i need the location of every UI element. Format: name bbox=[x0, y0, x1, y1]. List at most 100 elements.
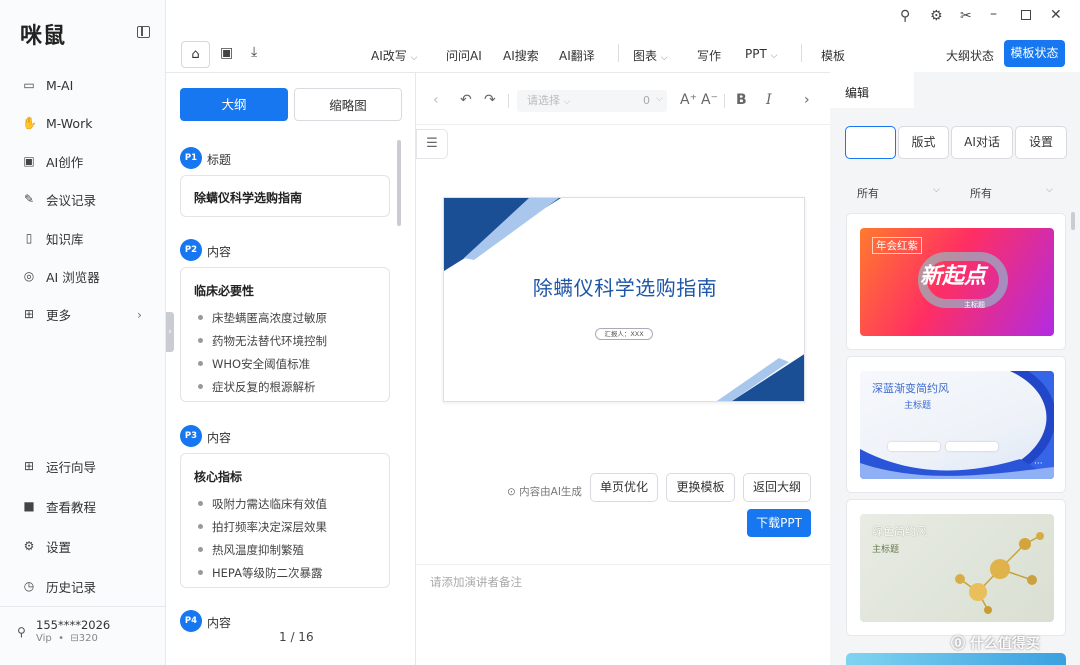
page-badge: P4 bbox=[180, 610, 202, 632]
page-badge: P2 bbox=[180, 239, 202, 261]
tab-layout[interactable]: 版式 bbox=[898, 126, 949, 159]
divider bbox=[0, 606, 166, 607]
tab-outline[interactable]: 大纲 bbox=[180, 88, 288, 121]
grid-icon: ⊞ bbox=[23, 459, 35, 473]
settings-icon[interactable]: ⚙ bbox=[930, 8, 943, 24]
bold-icon[interactable]: B bbox=[736, 92, 747, 108]
image-icon: ▣ bbox=[23, 154, 35, 168]
font-decrease-icon[interactable]: A⁻ bbox=[701, 92, 718, 108]
user-points: 320 bbox=[78, 633, 98, 644]
menu-ai-translate[interactable]: AI翻译 bbox=[559, 47, 595, 64]
sidebar-item-guide[interactable]: ⊞ 运行向导 bbox=[0, 449, 166, 483]
user-icon[interactable]: ⚲ bbox=[900, 8, 910, 24]
template-card[interactable]: 年会红紫 新起点 主标题 bbox=[846, 213, 1066, 350]
compass-icon: ◎ bbox=[23, 269, 35, 283]
speaker-notes-input[interactable]: 请添加演讲者备注 bbox=[430, 574, 522, 590]
download-icon[interactable]: ⤓ bbox=[251, 44, 257, 60]
decoration bbox=[888, 442, 940, 451]
page-type-label: 内容 bbox=[207, 245, 232, 259]
tab-ai-chat[interactable]: AI对话 bbox=[951, 126, 1013, 159]
outline-card-p2[interactable]: 临床必要性 床垫螨匿高浓度过敏原 药物无法替代环境控制 WHO安全阈值标准 症状… bbox=[180, 267, 390, 402]
sidebar-item-browser[interactable]: ◎ AI 浏览器 bbox=[0, 259, 166, 293]
tab-template[interactable]: 模板 bbox=[845, 126, 896, 159]
menu-ai-rewrite[interactable]: AI改写 ⌵ bbox=[371, 47, 417, 64]
outline-card-title: 除螨仪科学选购指南 bbox=[194, 191, 303, 205]
scrollbar[interactable] bbox=[1071, 212, 1075, 230]
change-template-button[interactable]: 更换模板 bbox=[666, 473, 735, 502]
template-card[interactable]: 深蓝渐变简约风 主标题 ··· bbox=[846, 356, 1066, 493]
maximize-icon[interactable] bbox=[1021, 10, 1031, 20]
sidebar-item-label: 设置 bbox=[46, 539, 72, 555]
sidebar-item-tutorial[interactable]: ■ 查看教程 bbox=[0, 489, 166, 523]
menu-template[interactable]: 模板 bbox=[821, 47, 845, 64]
sidebar: 咪鼠 ▭ M-AI ✋ M-Work ▣ AI创作 ✎ 会议记录 ▯ 知识库 ◎ AI 浏览… bbox=[0, 0, 166, 665]
redo-icon[interactable]: ↷ bbox=[484, 92, 496, 108]
chevron-left-icon[interactable]: ‹ bbox=[433, 92, 439, 108]
decoration bbox=[946, 442, 998, 451]
single-page-optimize-button[interactable]: 单页优化 bbox=[590, 473, 658, 502]
list-item: HEPA等级防二次暴露 bbox=[198, 565, 322, 581]
slide-preview[interactable]: 除螨仪科学选购指南 汇报人：XXX bbox=[443, 197, 805, 402]
download-ppt-button[interactable]: 下载PPT bbox=[747, 509, 811, 537]
tab-thumbnails[interactable]: 缩略图 bbox=[294, 88, 402, 121]
font-select[interactable]: 请选择 ⌵ 0 bbox=[517, 90, 667, 112]
outline-card-p3[interactable]: 核心指标 吸附力需达临床有效值 拍打频率决定深层效果 热风温度抑制繁殖 HEPA… bbox=[180, 453, 390, 588]
sidebar-item-meeting[interactable]: ✎ 会议记录 bbox=[0, 182, 166, 216]
sidebar-item-label: 知识库 bbox=[46, 231, 84, 247]
template-card[interactable] bbox=[846, 653, 1066, 665]
sidebar-item-label: AI创作 bbox=[46, 154, 84, 170]
tab-settings[interactable]: 设置 bbox=[1015, 126, 1067, 159]
clock-icon: ◷ bbox=[23, 579, 35, 593]
user-info[interactable]: 155****2026 Vip • ⊟320 bbox=[36, 618, 110, 644]
undo-icon[interactable]: ↶ bbox=[460, 92, 472, 108]
list-item: 吸附力需达临床有效值 bbox=[198, 496, 327, 512]
menu-chart[interactable]: 图表 ⌵ bbox=[633, 47, 668, 64]
chevron-down-icon: ⌵ bbox=[933, 185, 940, 195]
hand-icon: ✋ bbox=[22, 116, 37, 130]
list-item: WHO安全阈值标准 bbox=[198, 356, 310, 372]
watermark: ⓪ 什么值得买 bbox=[951, 636, 1040, 652]
save-icon[interactable]: ▣ bbox=[220, 45, 233, 61]
outline-card-p1[interactable]: 除螨仪科学选购指南 bbox=[180, 175, 390, 217]
template-status-button[interactable]: 模板状态 bbox=[1004, 40, 1065, 67]
font-increase-icon[interactable]: A⁺ bbox=[680, 92, 697, 108]
app-logo: 咪鼠 bbox=[20, 24, 67, 49]
filter-style[interactable]: 所有 ⌵ bbox=[970, 185, 1053, 201]
back-to-outline-button[interactable]: 返回大纲 bbox=[743, 473, 811, 502]
filter-category[interactable]: 所有 ⌵ bbox=[857, 185, 940, 201]
font-size-value: 0 bbox=[643, 94, 650, 107]
sidebar-item-m-ai[interactable]: ▭ M-AI bbox=[0, 68, 166, 102]
user-level: Vip bbox=[36, 633, 52, 644]
menu-write[interactable]: 写作 bbox=[697, 47, 721, 64]
menu-ppt[interactable]: PPT ⌵ bbox=[745, 47, 777, 61]
menu-ai-search[interactable]: AI搜索 bbox=[503, 47, 539, 64]
chevron-right-icon[interactable]: › bbox=[804, 92, 810, 108]
tab-edit[interactable] bbox=[830, 72, 914, 108]
chat-icon: ▭ bbox=[23, 78, 35, 92]
scrollbar[interactable] bbox=[397, 140, 401, 226]
template-card[interactable]: 绿色简约风 主标题 bbox=[846, 499, 1066, 636]
sidebar-item-label: M-AI bbox=[46, 77, 74, 93]
wrench-icon[interactable]: ✂ bbox=[960, 8, 972, 24]
chevron-down-icon: ⌵ bbox=[770, 51, 778, 61]
check-circle-icon: ⊙ bbox=[507, 486, 516, 498]
sidebar-toggle-icon[interactable] bbox=[137, 26, 150, 38]
sidebar-item-settings[interactable]: ⚙ 设置 bbox=[0, 529, 166, 563]
chevron-down-icon: ⌵ bbox=[656, 94, 663, 104]
template-thumbnail: 深蓝渐变简约风 主标题 ··· bbox=[860, 371, 1054, 479]
chevron-right-icon: › bbox=[137, 306, 142, 322]
sidebar-item-more[interactable]: ⊞ 更多 › bbox=[0, 297, 166, 331]
menu-ask-ai[interactable]: 问问AI bbox=[446, 47, 482, 64]
sidebar-item-knowledge[interactable]: ▯ 知识库 bbox=[0, 221, 166, 255]
outline-list-icon[interactable]: ☰ bbox=[416, 129, 448, 159]
template-subtitle: 主标题 bbox=[904, 401, 932, 411]
sidebar-item-history[interactable]: ◷ 历史记录 bbox=[0, 569, 166, 603]
coin-icon: ⊟ bbox=[70, 633, 79, 644]
sidebar-item-ai-create[interactable]: ▣ AI创作 bbox=[0, 144, 166, 178]
minimize-icon[interactable]: – bbox=[990, 6, 997, 22]
sidebar-item-m-work[interactable]: ✋ M-Work bbox=[0, 106, 166, 140]
home-button[interactable]: ⌂ bbox=[181, 41, 210, 68]
close-icon[interactable]: ✕ bbox=[1050, 7, 1062, 23]
italic-icon[interactable]: I bbox=[766, 92, 772, 108]
outline-status-button[interactable]: 大纲状态 bbox=[946, 47, 994, 64]
